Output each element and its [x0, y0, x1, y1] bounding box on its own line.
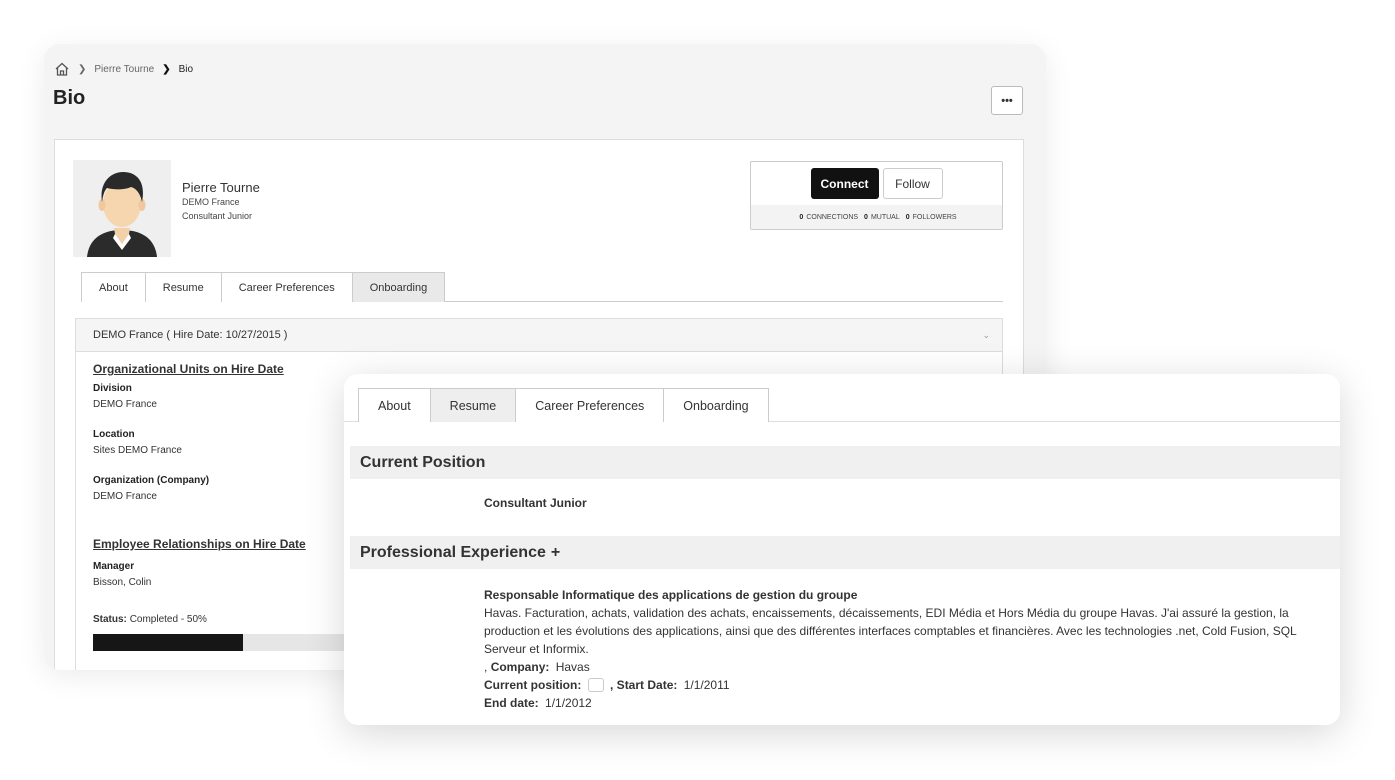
- status-value: Completed - 50%: [129, 614, 207, 625]
- experience-end: End date: 1/1/2012: [484, 694, 1330, 712]
- chevron-right-icon: ❯: [78, 63, 87, 75]
- tab-onboarding[interactable]: Onboarding: [351, 272, 446, 302]
- experience-dates: Current position: , Start Date: 1/1/2011: [484, 676, 1330, 694]
- resume-tabs: About Resume Career Preferences Onboardi…: [344, 388, 1340, 422]
- relationships-title: Employee Relationships on Hire Date: [93, 537, 306, 551]
- followers-count: 0: [905, 213, 910, 221]
- onboarding-header[interactable]: DEMO France ( Hire Date: 10/27/2015 ) ⌄: [76, 319, 1002, 352]
- current-position-checkbox[interactable]: [587, 678, 604, 692]
- division-value: DEMO France: [93, 399, 157, 410]
- connections-label: CONNECTIONS: [806, 213, 859, 221]
- current-position-value: Consultant Junior: [484, 496, 587, 510]
- division-label: Division: [93, 383, 132, 394]
- experience-company: , Company: Havas: [484, 658, 1330, 676]
- breadcrumb-item-current: Bio: [178, 63, 194, 75]
- professional-experience-heading: Professional Experience +: [350, 536, 1340, 569]
- status-text: Status: Completed - 50%: [93, 614, 207, 625]
- home-icon[interactable]: [54, 62, 70, 76]
- connect-button[interactable]: Connect: [810, 168, 879, 199]
- tab-resume[interactable]: Resume: [429, 388, 517, 422]
- tab-resume[interactable]: Resume: [144, 272, 222, 302]
- profile-company: DEMO France: [182, 197, 240, 207]
- location-value: Sites DEMO France: [93, 445, 182, 456]
- end-date-label: End date:: [484, 696, 539, 710]
- tab-about[interactable]: About: [81, 272, 146, 302]
- followers-label: FOLLOWERS: [912, 213, 957, 221]
- experience-description: Havas. Facturation, achats, validation d…: [484, 606, 1297, 656]
- connection-card: Connect Follow 0 CONNECTIONS 0 MUTUAL 0 …: [750, 161, 1003, 230]
- breadcrumb-item-profile[interactable]: Pierre Tourne: [94, 64, 154, 75]
- connection-stats: 0 CONNECTIONS 0 MUTUAL 0 FOLLOWERS: [751, 205, 1002, 229]
- experience-title: Responsable Informatique des application…: [484, 588, 858, 602]
- org-units-title: Organizational Units on Hire Date: [93, 362, 284, 376]
- location-label: Location: [93, 429, 135, 440]
- add-experience-button[interactable]: +: [551, 544, 560, 562]
- onboarding-header-label: DEMO France ( Hire Date: 10/27/2015 ): [93, 329, 288, 341]
- start-date-value: 1/1/2011: [683, 678, 730, 692]
- organization-label: Organization (Company): [93, 475, 210, 486]
- profile-name: Pierre Tourne: [182, 180, 260, 195]
- company-prefix: ,: [484, 660, 488, 674]
- profile-position: Consultant Junior: [182, 211, 253, 221]
- manager-label: Manager: [93, 561, 135, 572]
- profile-tabs: About Resume Career Preferences Onboardi…: [81, 272, 1003, 302]
- chevron-down-icon[interactable]: ⌄: [982, 330, 990, 341]
- current-position-heading: Current Position: [350, 446, 1340, 479]
- chevron-right-icon: ❯: [162, 63, 171, 75]
- current-position-label: Current position:: [484, 678, 582, 692]
- tab-career-preferences[interactable]: Career Preferences: [220, 272, 353, 302]
- breadcrumb: ❯ Pierre Tourne ❯ Bio: [54, 62, 193, 76]
- status-label: Status:: [93, 614, 127, 625]
- resume-window: About Resume Career Preferences Onboardi…: [344, 374, 1340, 725]
- progress-fill: [93, 634, 243, 651]
- avatar: [73, 160, 171, 257]
- company-label: Company:: [490, 660, 550, 674]
- start-date-label: , Start Date:: [610, 678, 678, 692]
- experience-entry: Responsable Informatique des application…: [484, 586, 1330, 712]
- company-value: Havas: [555, 660, 590, 674]
- professional-experience-label: Professional Experience: [360, 543, 546, 561]
- current-position-heading-label: Current Position: [360, 453, 486, 471]
- organization-value: DEMO France: [93, 491, 157, 502]
- mutual-label: MUTUAL: [870, 213, 900, 221]
- mutual-count: 0: [864, 213, 868, 221]
- end-date-value: 1/1/2012: [545, 696, 592, 710]
- manager-value: Bisson, Colin: [93, 577, 152, 588]
- tab-about[interactable]: About: [358, 388, 431, 422]
- page-title: Bio: [53, 87, 86, 109]
- connections-count: 0: [799, 213, 804, 221]
- tab-onboarding[interactable]: Onboarding: [663, 388, 769, 422]
- more-options-button[interactable]: •••: [991, 86, 1023, 115]
- follow-button[interactable]: Follow: [882, 168, 943, 199]
- tab-career-preferences[interactable]: Career Preferences: [515, 388, 665, 422]
